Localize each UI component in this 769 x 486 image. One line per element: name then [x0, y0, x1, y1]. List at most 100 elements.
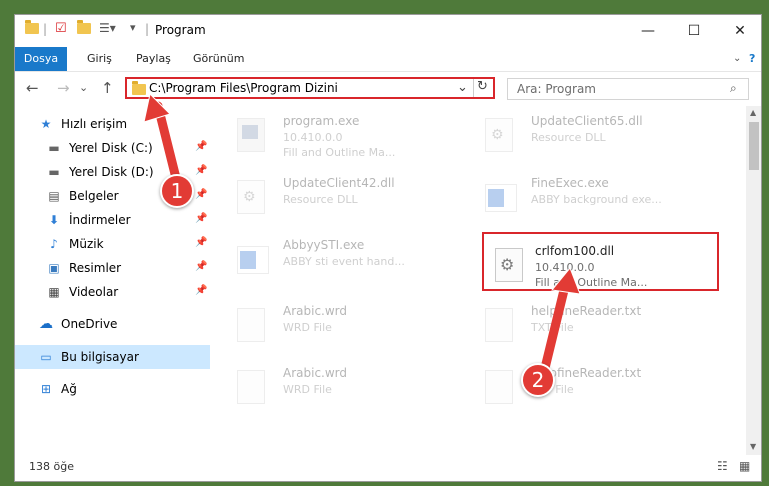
search-icon[interactable]: ⌕	[730, 81, 737, 96]
network-icon: ⊞	[40, 382, 52, 396]
dll-gear-icon: ⚙	[485, 118, 517, 156]
maximize-button[interactable]: ☐	[671, 15, 717, 47]
file-icon	[485, 370, 517, 408]
close-button[interactable]: ✕	[717, 15, 761, 47]
quick-access-toolbar-chevron-icon[interactable]: ▾	[130, 21, 136, 37]
annotation-badge-1: 1	[160, 174, 194, 208]
download-icon: ⬇	[48, 213, 60, 227]
file-icon	[485, 308, 517, 346]
tab-giris[interactable]: Giriş	[87, 47, 112, 71]
pin-icon[interactable]: 📌	[195, 213, 207, 224]
file-description: TXT File	[531, 321, 574, 334]
file-item[interactable]: FineExec.exe ABBY background exe...	[479, 172, 719, 226]
address-dropdown-icon[interactable]: ⌄	[457, 80, 468, 95]
item-count: 138 öğe	[29, 460, 74, 473]
file-item[interactable]: ⚙ UpdateClient65.dll Resource DLL	[479, 110, 719, 164]
pin-icon[interactable]: 📌	[195, 165, 207, 176]
file-item[interactable]: Arabic.wrd WRD File	[231, 362, 471, 416]
file-name: program.exe	[283, 114, 360, 128]
sidebar-item-downloads[interactable]: ⬇ İndirmeler 📌	[15, 208, 210, 232]
file-name: UpdateClient42.dll	[283, 176, 395, 190]
file-name: AbbyySTI.exe	[283, 238, 365, 252]
details-view-icon[interactable]: ☷	[717, 459, 728, 473]
file-description: ABBY background exe...	[531, 193, 662, 206]
tab-gorunum[interactable]: Görünüm	[193, 47, 244, 71]
file-item[interactable]: helpfineReader.txt TXT File	[479, 300, 719, 354]
separator: |	[43, 22, 48, 36]
sidebar-item-onedrive[interactable]: ☁ OneDrive	[15, 312, 210, 336]
pin-icon[interactable]: 📌	[195, 237, 207, 248]
tab-paylas[interactable]: Paylaş	[136, 47, 171, 71]
sidebar-item-local-disk-c[interactable]: ▬ Yerel Disk (C:) 📌	[15, 136, 210, 160]
navigation-pane: ★ Hızlı erişim ▬ Yerel Disk (C:) 📌 ▬ Yer…	[15, 106, 210, 455]
file-icon	[237, 370, 269, 408]
file-item[interactable]: Arabic.wrd WRD File	[231, 300, 471, 354]
sidebar-item-label: Yerel Disk (D:)	[69, 165, 154, 179]
computer-icon: ▭	[40, 350, 52, 364]
file-item[interactable]: ⚙ UpdateClient42.dll Resource DLL	[231, 172, 471, 226]
cloud-icon: ☁	[39, 316, 53, 332]
tab-dosya[interactable]: Dosya	[15, 47, 67, 71]
folder-icon	[25, 20, 39, 39]
properties-icon[interactable]: ☑	[55, 21, 67, 37]
title-bar: | ☑ ☰▾ ▾ | Program — ☐ ✕	[15, 15, 761, 47]
divider	[473, 79, 474, 97]
window-title: Program	[155, 23, 206, 37]
sidebar-item-label: OneDrive	[61, 317, 118, 331]
file-name: Arabic.wrd	[283, 366, 348, 380]
tiles-view-icon[interactable]: ▦	[739, 459, 750, 473]
file-icon	[237, 308, 269, 346]
file-description: WRD File	[283, 383, 332, 396]
pin-icon[interactable]: 📌	[195, 189, 207, 200]
sidebar-item-this-pc[interactable]: ▭ Bu bilgisayar	[15, 345, 210, 369]
sidebar-item-network[interactable]: ⊞ Ağ	[15, 377, 210, 401]
minimize-button[interactable]: —	[625, 15, 671, 47]
sidebar-item-label: Yerel Disk (C:)	[69, 141, 153, 155]
scroll-up-icon[interactable]: ▲	[750, 108, 756, 117]
file-name: UpdateClient65.dll	[531, 114, 643, 128]
vertical-scrollbar[interactable]: ▲ ▼	[746, 106, 761, 455]
status-bar: 138 öğe ☷ ▦	[15, 455, 761, 481]
search-input[interactable]: Ara: Program	[517, 82, 596, 96]
back-button[interactable]: ←	[26, 79, 39, 97]
forward-button[interactable]: →	[57, 79, 70, 97]
drive-icon: ▬	[48, 141, 60, 155]
customize-icon[interactable]: ☰▾	[99, 21, 116, 37]
drive-icon: ▬	[48, 165, 60, 179]
exe-icon	[237, 118, 269, 156]
ribbon: Dosya Giriş Paylaş Görünüm ⌄ ?	[15, 47, 761, 72]
file-item[interactable]: helpfineReader.txt TXT File	[479, 362, 719, 416]
pin-icon[interactable]: 📌	[195, 141, 207, 152]
file-description: ABBY sti event hand...	[283, 255, 405, 268]
annotation-badge-2: 2	[521, 363, 555, 397]
sidebar-item-music[interactable]: ♪ Müzik 📌	[15, 232, 210, 256]
file-item[interactable]: program.exe 10.410.0.0 Fill and Outline …	[231, 110, 471, 164]
ribbon-expand-icon[interactable]: ⌄	[733, 47, 741, 71]
dll-gear-icon: ⚙	[237, 180, 269, 218]
folder-icon	[132, 81, 146, 98]
pin-icon[interactable]: 📌	[195, 285, 207, 296]
sidebar-item-label: Hızlı erişim	[61, 117, 128, 131]
file-version: 10.410.0.0	[283, 131, 343, 144]
picture-icon: ▣	[48, 261, 60, 275]
sidebar-item-videos[interactable]: ▦ Videolar 📌	[15, 280, 210, 304]
sidebar-item-quick-access[interactable]: ★ Hızlı erişim	[15, 112, 210, 136]
search-box[interactable]: Ara: Program ⌕	[507, 78, 749, 100]
sidebar-item-pictures[interactable]: ▣ Resimler 📌	[15, 256, 210, 280]
file-description: Resource DLL	[531, 131, 606, 144]
pin-icon[interactable]: 📌	[195, 261, 207, 272]
file-item[interactable]: AbbyySTI.exe ABBY sti event hand...	[231, 234, 471, 288]
recent-locations-button[interactable]: ⌄	[79, 81, 88, 94]
video-icon: ▦	[48, 285, 60, 299]
help-button[interactable]: ?	[749, 47, 755, 71]
scrollbar-thumb[interactable]	[749, 122, 759, 170]
file-name: Arabic.wrd	[283, 304, 348, 318]
sidebar-item-label: Ağ	[61, 382, 77, 396]
music-icon: ♪	[50, 237, 58, 251]
up-button[interactable]: ↑	[101, 79, 114, 97]
address-bar[interactable]: C:\Program Files\Program Dizini ⌄ ↻	[125, 77, 495, 99]
file-name: FineExec.exe	[531, 176, 609, 190]
refresh-button[interactable]: ↻	[477, 79, 488, 94]
scroll-down-icon[interactable]: ▼	[750, 442, 756, 451]
new-folder-icon[interactable]	[77, 20, 91, 39]
